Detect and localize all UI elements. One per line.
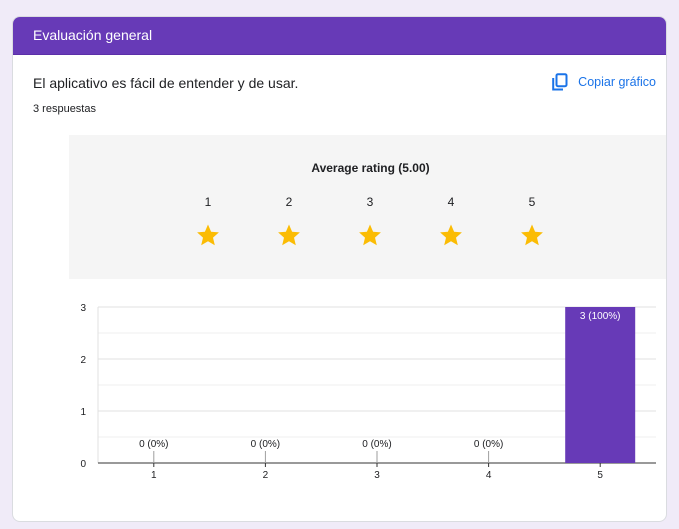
rating-option-5: 5	[517, 195, 547, 247]
copy-icon	[552, 73, 568, 91]
response-bar-chart: 0 1 2 3 0 (0%) 1 0 (0%) 2 0 (0%) 3 0 (0%) 4 3 (100%)…	[80, 303, 656, 481]
star-icon	[440, 224, 462, 246]
bar-data-label: 0 (0%)	[362, 439, 391, 450]
rating-number: 3	[366, 195, 374, 209]
rating-option-3: 3	[355, 195, 385, 247]
bar-data-label: 3 (100%)	[580, 311, 621, 322]
summary-card: Evaluación general El aplicativo es fáci…	[12, 16, 667, 522]
star-icon	[359, 224, 381, 246]
question-title: El aplicativo es fácil de entender y de …	[33, 75, 299, 91]
section-header: Evaluación general	[13, 17, 666, 55]
rating-number: 5	[528, 195, 536, 209]
y-tick-label: 2	[80, 355, 86, 366]
rating-number: 2	[285, 195, 293, 209]
copy-chart-button[interactable]: Copiar gráfico	[552, 71, 656, 93]
copy-chart-label: Copiar gráfico	[578, 75, 656, 89]
rating-option-2: 2	[274, 195, 304, 247]
bar-data-label: 0 (0%)	[139, 439, 168, 450]
average-rating: Average rating (5.00)	[311, 161, 430, 175]
chart-bar	[565, 307, 636, 463]
rating-number: 1	[204, 195, 212, 209]
rating-option-4: 4	[436, 195, 466, 247]
bar-data-label: 0 (0%)	[474, 439, 503, 450]
y-tick-label: 0	[80, 459, 86, 470]
x-tick-label: 1	[151, 470, 157, 481]
y-tick-label: 1	[80, 407, 86, 418]
x-tick-label: 4	[486, 470, 492, 481]
x-tick-label: 2	[263, 470, 269, 481]
response-count: 3 respuestas	[33, 103, 96, 115]
rating-summary: Average rating (5.00) 1 2 3 4 5	[69, 135, 666, 279]
x-tick-label: 3	[374, 470, 380, 481]
star-icon	[197, 224, 219, 246]
star-icon	[521, 224, 543, 246]
star-icon	[278, 224, 300, 246]
bar-data-label: 0 (0%)	[251, 439, 280, 450]
rating-option-1: 1	[193, 195, 223, 247]
rating-number: 4	[447, 195, 455, 209]
y-tick-label: 3	[80, 303, 86, 314]
x-tick-label: 5	[597, 470, 603, 481]
